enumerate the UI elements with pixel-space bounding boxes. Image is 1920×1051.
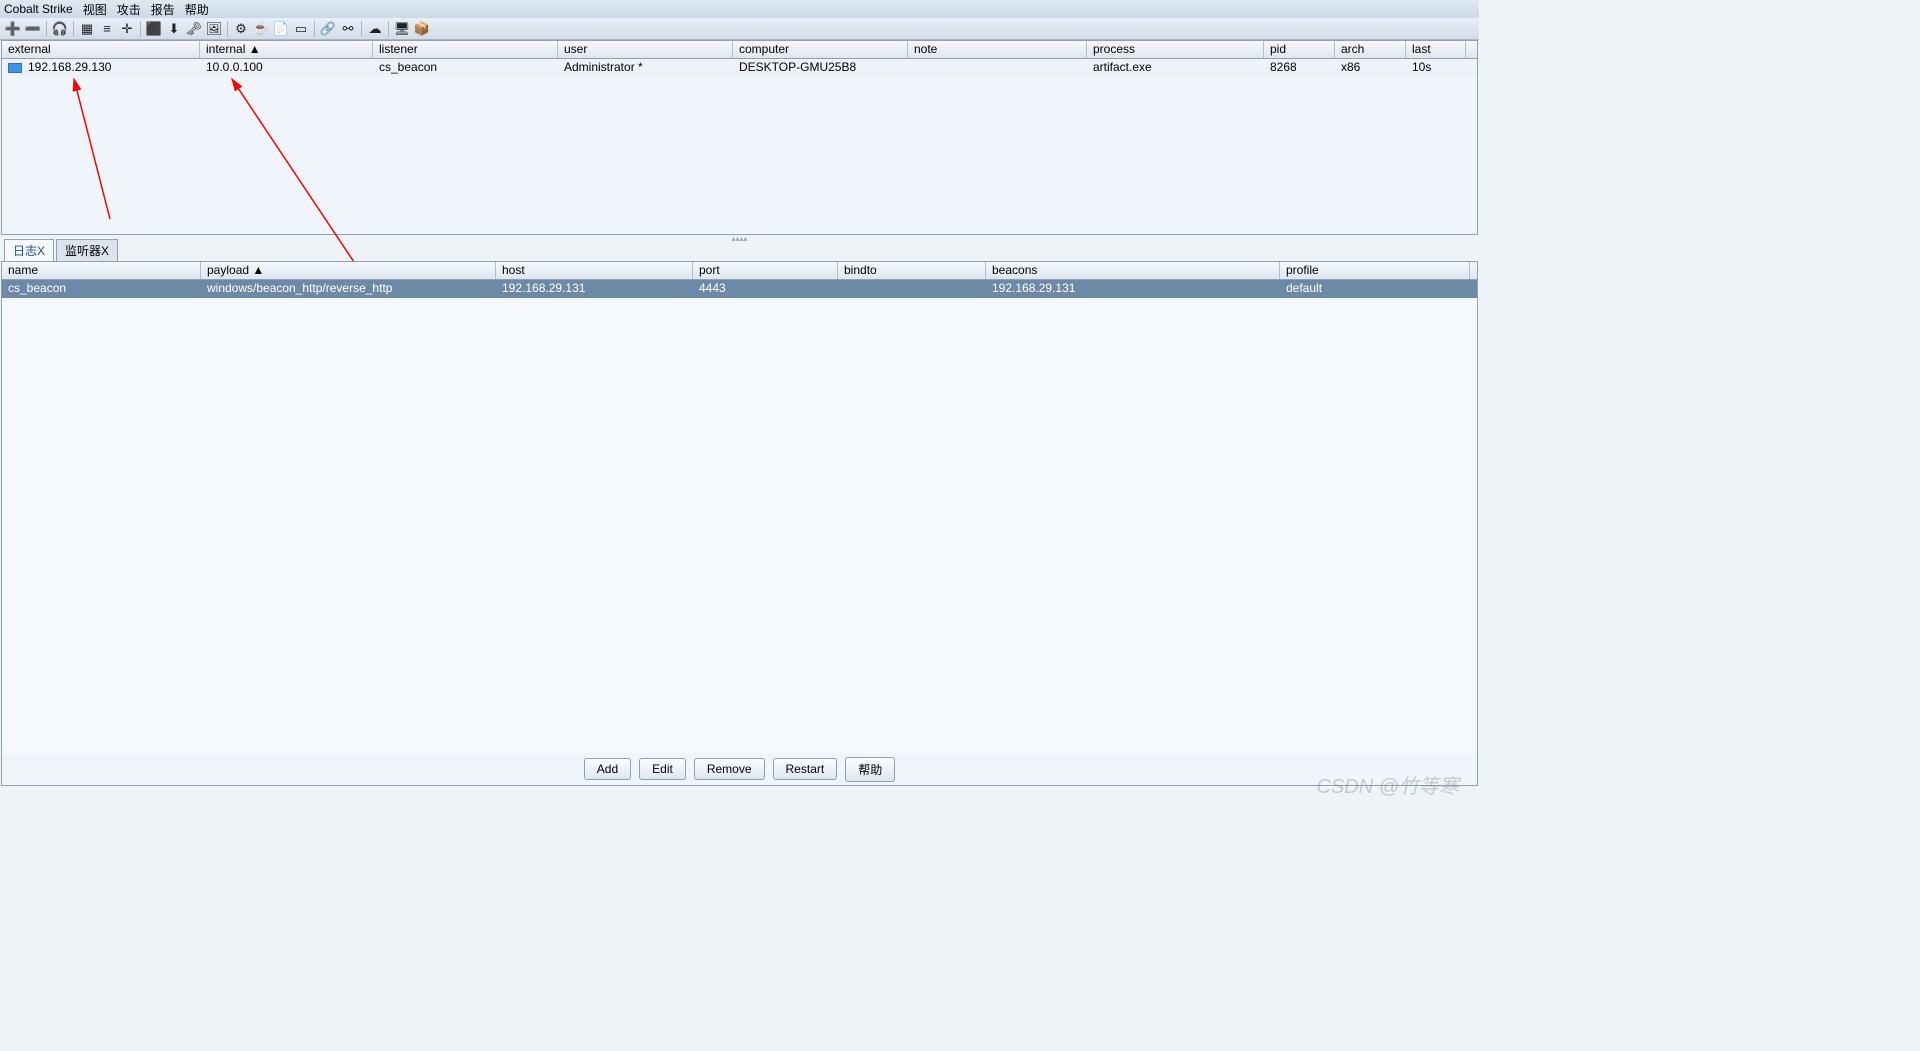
toolbar-separator xyxy=(314,21,315,37)
table-view-icon[interactable]: ▦ xyxy=(78,20,96,38)
cell-note xyxy=(908,59,1087,77)
menu-cobaltstrike[interactable]: Cobalt Strike xyxy=(4,2,73,16)
connect-icon[interactable]: ➕ xyxy=(4,20,22,38)
cell-bindto xyxy=(838,280,986,298)
script-icon[interactable]: ☕ xyxy=(252,20,270,38)
sessions-body: 192.168.29.130 10.0.0.100 cs_beacon Admi… xyxy=(2,59,1477,77)
col-payload[interactable]: payload ▲ xyxy=(201,262,496,279)
toolbar-separator xyxy=(361,21,362,37)
remove-button[interactable]: Remove xyxy=(694,758,765,780)
col-process[interactable]: process xyxy=(1087,41,1264,58)
listeners-header: name payload ▲ host port bindto beacons … xyxy=(2,262,1477,280)
cell-arch: x86 xyxy=(1335,59,1406,77)
settings-icon[interactable]: ⚙ xyxy=(232,20,250,38)
toolbar-separator xyxy=(73,21,74,37)
tab-log[interactable]: 日志X xyxy=(4,239,54,261)
col-port[interactable]: port xyxy=(693,262,838,279)
listeners-pane: name payload ▲ host port bindto beacons … xyxy=(1,261,1478,786)
cell-beacons: 192.168.29.131 xyxy=(986,280,1280,298)
lower-tabs: 日志X 监听器X xyxy=(0,241,1479,261)
toolbar-separator xyxy=(227,21,228,37)
cell-pid: 8268 xyxy=(1264,59,1335,77)
cell-port: 4443 xyxy=(693,280,838,298)
list-view-icon[interactable]: ≡ xyxy=(98,20,116,38)
col-beacons[interactable]: beacons xyxy=(986,262,1280,279)
cloud-icon[interactable]: ☁ xyxy=(366,20,384,38)
toolbar-separator xyxy=(388,21,389,37)
terminal-icon[interactable]: ▭ xyxy=(292,20,310,38)
col-external[interactable]: external xyxy=(2,41,200,58)
menu-bar: Cobalt Strike 视图 攻击 报告 帮助 xyxy=(0,0,1479,18)
col-last[interactable]: last xyxy=(1406,41,1466,58)
col-internal[interactable]: internal ▲ xyxy=(200,41,373,58)
menu-report[interactable]: 报告 xyxy=(151,1,175,18)
cell-last: 10s xyxy=(1406,59,1466,77)
col-pid[interactable]: pid xyxy=(1264,41,1335,58)
menu-help[interactable]: 帮助 xyxy=(185,1,209,18)
menu-attack[interactable]: 攻击 xyxy=(117,1,141,18)
package-icon[interactable]: 📦 xyxy=(413,20,431,38)
listener-buttons: Add Edit Remove Restart 帮助 xyxy=(2,753,1477,785)
link-icon[interactable]: 🔗 xyxy=(319,20,337,38)
col-bindto[interactable]: bindto xyxy=(838,262,986,279)
download-icon[interactable]: ⬇ xyxy=(165,20,183,38)
col-note[interactable]: note xyxy=(908,41,1087,58)
credentials-icon[interactable]: ⬛ xyxy=(145,20,163,38)
toolbar: ➕ ➖ 🎧 ▦ ≡ ✛ ⬛ ⬇ 🗝 🖼 ⚙ ☕ 📄 ▭ 🔗 ⚯ ☁ 🖥 📦 xyxy=(0,18,1479,40)
help-button[interactable]: 帮助 xyxy=(845,757,895,782)
screenshot-icon[interactable]: 🖼 xyxy=(205,20,223,38)
menu-view[interactable]: 视图 xyxy=(83,1,107,18)
col-arch[interactable]: arch xyxy=(1335,41,1406,58)
col-host[interactable]: host xyxy=(496,262,693,279)
listener-row[interactable]: cs_beacon windows/beacon_http/reverse_ht… xyxy=(2,280,1477,298)
col-listener[interactable]: listener xyxy=(373,41,558,58)
document-icon[interactable]: 📄 xyxy=(272,20,290,38)
col-name[interactable]: name xyxy=(2,262,201,279)
edit-button[interactable]: Edit xyxy=(639,758,686,780)
keystrokes-icon[interactable]: 🗝 xyxy=(185,20,203,38)
session-row[interactable]: 192.168.29.130 10.0.0.100 cs_beacon Admi… xyxy=(2,59,1477,77)
cell-host: 192.168.29.131 xyxy=(496,280,693,298)
restart-button[interactable]: Restart xyxy=(773,758,838,780)
cell-profile: default xyxy=(1280,280,1470,298)
cell-listener: cs_beacon xyxy=(373,59,558,77)
cell-external: 192.168.29.130 xyxy=(2,59,200,77)
col-computer[interactable]: computer xyxy=(733,41,908,58)
headset-icon[interactable]: 🎧 xyxy=(51,20,69,38)
add-button[interactable]: Add xyxy=(584,758,631,780)
cell-name: cs_beacon xyxy=(2,280,201,298)
beacon-icon xyxy=(8,63,22,73)
sessions-pane: external internal ▲ listener user comput… xyxy=(1,40,1478,235)
col-profile[interactable]: profile xyxy=(1280,262,1470,279)
cell-user: Administrator * xyxy=(558,59,733,77)
toolbar-separator xyxy=(46,21,47,37)
cell-process: artifact.exe xyxy=(1087,59,1264,77)
cell-computer: DESKTOP-GMU25B8 xyxy=(733,59,908,77)
unlink-icon[interactable]: ⚯ xyxy=(339,20,357,38)
host-icon[interactable]: 🖥 xyxy=(393,20,411,38)
toolbar-separator xyxy=(140,21,141,37)
tab-listeners[interactable]: 监听器X xyxy=(56,239,118,261)
disconnect-icon[interactable]: ➖ xyxy=(24,20,42,38)
sessions-header: external internal ▲ listener user comput… xyxy=(2,41,1477,59)
cell-payload: windows/beacon_http/reverse_http xyxy=(201,280,496,298)
col-user[interactable]: user xyxy=(558,41,733,58)
cell-internal: 10.0.0.100 xyxy=(200,59,373,77)
listeners-body: cs_beacon windows/beacon_http/reverse_ht… xyxy=(2,280,1477,298)
crosshair-icon[interactable]: ✛ xyxy=(118,20,136,38)
